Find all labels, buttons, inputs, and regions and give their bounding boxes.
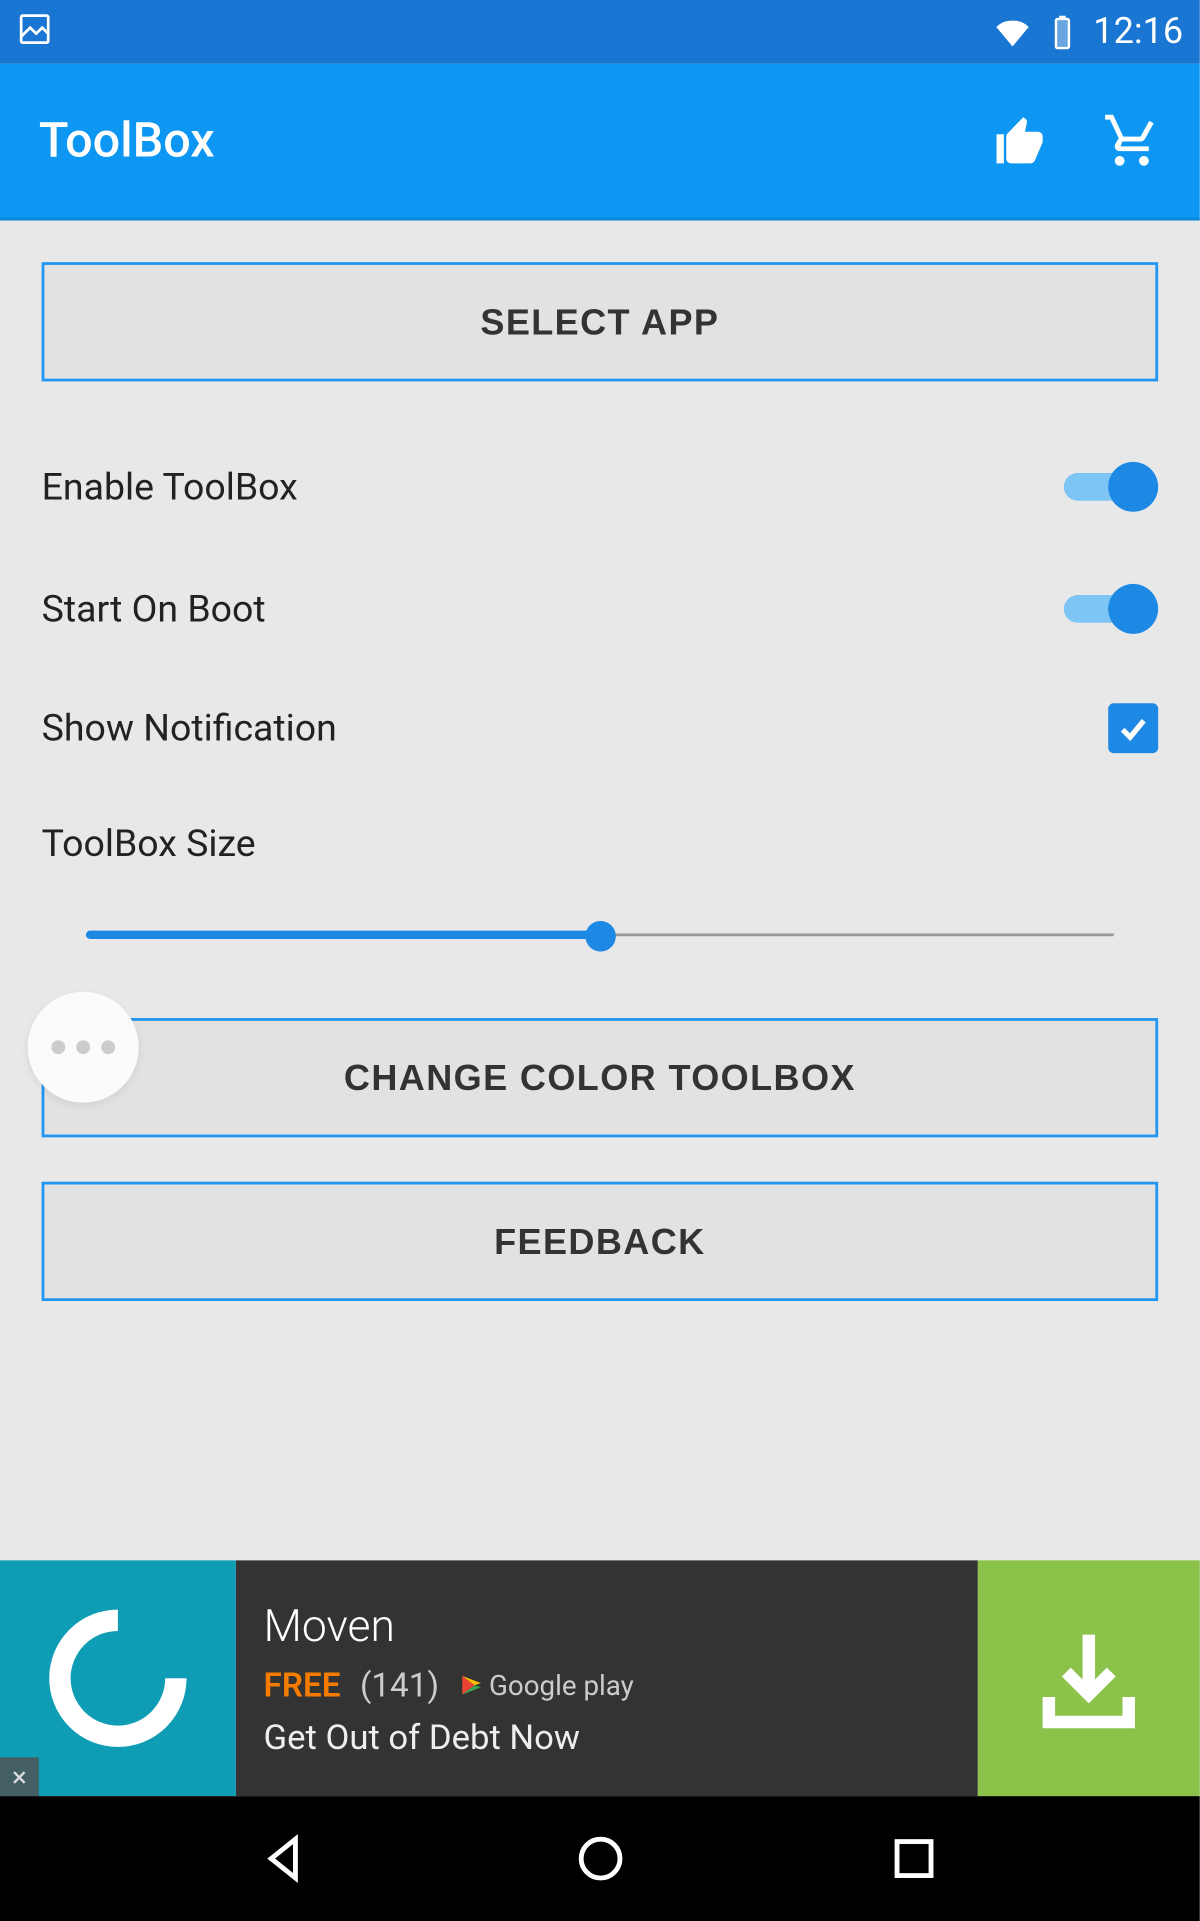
ad-banner[interactable]: × Moven FREE (141) Google play Get Out o… xyxy=(0,1560,1200,1796)
show-notification-checkbox[interactable] xyxy=(1108,703,1158,753)
start-on-boot-label: Start On Boot xyxy=(42,587,266,631)
select-app-label: SELECT APP xyxy=(480,300,719,343)
ad-price: FREE xyxy=(264,1665,341,1704)
cart-icon[interactable] xyxy=(1103,112,1161,170)
toolbox-size-label: ToolBox Size xyxy=(42,821,1159,865)
setting-show-notification: Show Notification xyxy=(42,670,1159,787)
floating-menu-button[interactable] xyxy=(28,992,139,1103)
ad-body: Moven FREE (141) Google play Get Out of … xyxy=(236,1560,978,1796)
nav-back-icon[interactable] xyxy=(256,1829,314,1887)
setting-enable-toolbox: Enable ToolBox xyxy=(42,426,1159,548)
image-icon xyxy=(17,11,53,47)
check-icon xyxy=(1115,710,1151,746)
setting-start-on-boot: Start On Boot xyxy=(42,548,1159,670)
play-store-icon xyxy=(458,1672,483,1697)
content-area: SELECT APP Enable ToolBox Start On Boot … xyxy=(0,221,1200,1301)
navigation-bar xyxy=(0,1796,1200,1921)
wifi-icon xyxy=(993,12,1032,51)
nav-home-icon[interactable] xyxy=(571,1829,629,1887)
toolbox-size-slider[interactable] xyxy=(86,921,1114,949)
ad-app-icon: × xyxy=(0,1560,236,1796)
show-notification-label: Show Notification xyxy=(42,706,337,750)
start-on-boot-toggle[interactable] xyxy=(1064,581,1158,636)
battery-icon xyxy=(1043,12,1082,51)
setting-toolbox-size: ToolBox Size xyxy=(42,786,1159,997)
status-bar: 12:16 xyxy=(0,0,1200,64)
change-color-button[interactable]: CHANGE COLOR TOOLBOX xyxy=(42,1018,1159,1137)
feedback-label: FEEDBACK xyxy=(494,1220,705,1263)
thumbs-up-icon[interactable] xyxy=(992,112,1050,170)
nav-recent-icon[interactable] xyxy=(885,1829,943,1887)
enable-toolbox-label: Enable ToolBox xyxy=(42,465,298,509)
ad-store: Google play xyxy=(458,1668,633,1701)
change-color-label: CHANGE COLOR TOOLBOX xyxy=(344,1056,856,1099)
select-app-button[interactable]: SELECT APP xyxy=(42,262,1159,381)
app-title: ToolBox xyxy=(39,112,215,169)
status-left xyxy=(17,11,53,53)
status-time: 12:16 xyxy=(1093,11,1183,53)
ad-title: Moven xyxy=(264,1599,951,1652)
ad-rating: (141) xyxy=(360,1665,439,1704)
status-right: 12:16 xyxy=(993,11,1183,53)
moven-icon xyxy=(42,1602,195,1755)
app-bar: ToolBox xyxy=(0,64,1200,221)
ad-subtitle: Get Out of Debt Now xyxy=(264,1718,951,1758)
ad-close-button[interactable]: × xyxy=(0,1757,39,1796)
enable-toolbox-toggle[interactable] xyxy=(1064,459,1158,514)
download-icon xyxy=(1026,1616,1151,1741)
feedback-button[interactable]: FEEDBACK xyxy=(42,1182,1159,1301)
ad-download-button[interactable] xyxy=(978,1560,1200,1796)
